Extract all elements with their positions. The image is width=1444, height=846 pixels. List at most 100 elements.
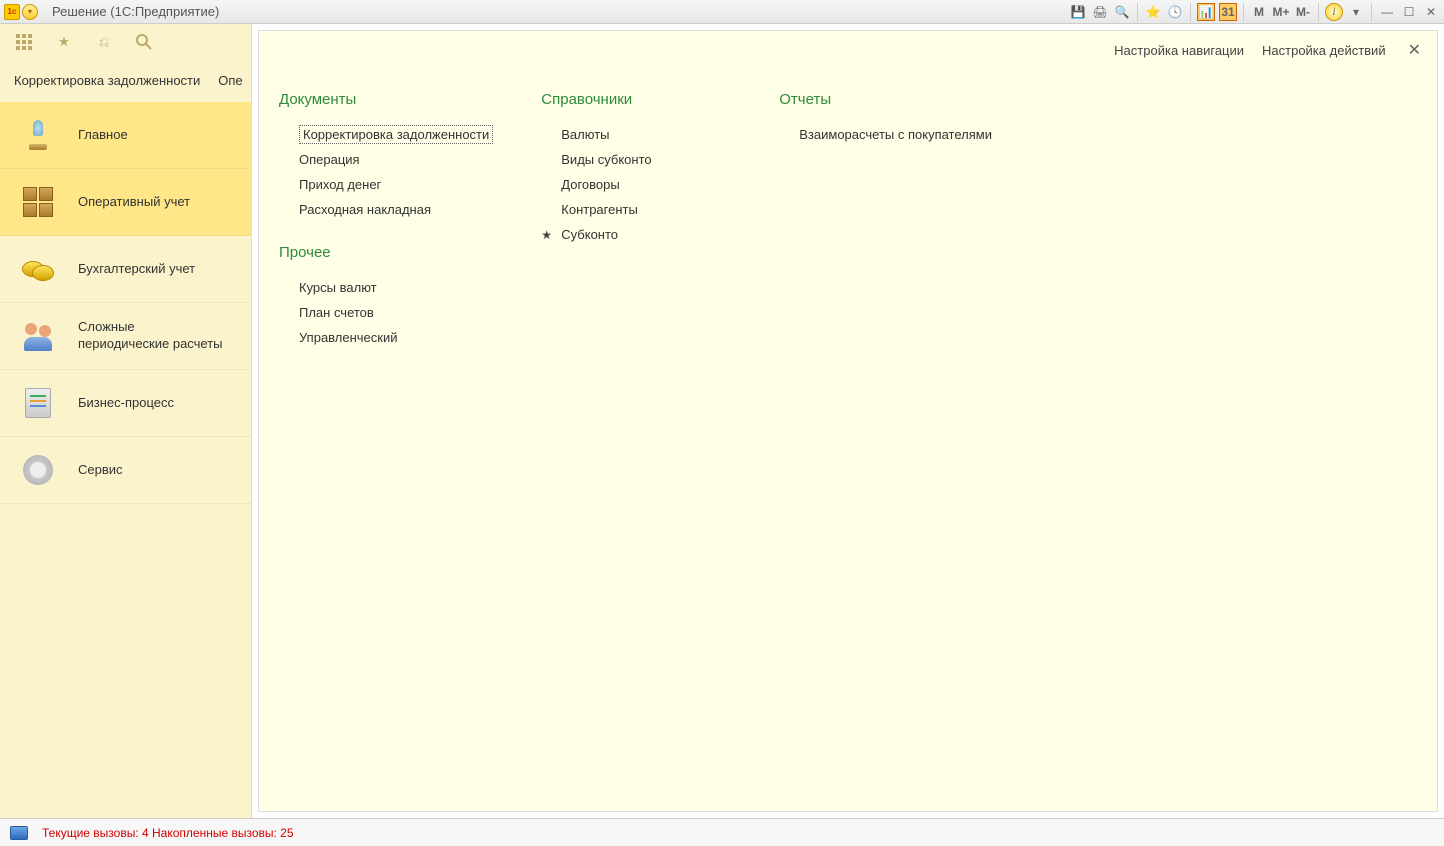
- list-item-label: Расходная накладная: [299, 202, 431, 217]
- preview-icon[interactable]: 🔍: [1113, 3, 1131, 21]
- list-item-label: Виды субконто: [561, 152, 651, 167]
- list-item-label: Приход денег: [299, 177, 381, 192]
- nav-item-label: Бизнес-процесс: [78, 395, 174, 412]
- list-item[interactable]: Контрагенты: [541, 197, 731, 222]
- list-item-label: Операция: [299, 152, 360, 167]
- section-title-reports: Отчеты: [779, 91, 992, 108]
- sidebar-toolbar: ★ ⎌: [0, 24, 251, 60]
- boxes-icon: [20, 184, 56, 220]
- list-item[interactable]: Курсы валют: [279, 275, 493, 300]
- panel-body: Документы Корректировка задолженности Оп…: [259, 69, 1437, 811]
- documents-list: Корректировка задолженности Операция При…: [279, 122, 493, 222]
- list-item[interactable]: План счетов: [279, 300, 493, 325]
- other-list: Курсы валют План счетов Управленческий: [279, 275, 493, 350]
- breadcrumb-item-truncated[interactable]: Опе: [218, 73, 242, 88]
- status-icon[interactable]: [10, 826, 28, 840]
- info-icon[interactable]: i: [1325, 3, 1343, 21]
- section-title-references: Справочники: [541, 91, 731, 108]
- save-icon[interactable]: 💾: [1069, 3, 1087, 21]
- nav-settings-link[interactable]: Настройка навигации: [1114, 43, 1244, 58]
- list-item[interactable]: Виды субконто: [541, 147, 731, 172]
- memory-mminus-icon[interactable]: M-: [1294, 3, 1312, 21]
- app-logo-icon: 1c: [4, 4, 20, 20]
- list-item-label: Контрагенты: [561, 202, 638, 217]
- list-item[interactable]: Субконто: [541, 222, 731, 247]
- list-item-label: Управленческий: [299, 330, 398, 345]
- memory-m-icon[interactable]: M: [1250, 3, 1268, 21]
- status-text: Текущие вызовы: 4 Накопленные вызовы: 25: [42, 826, 294, 840]
- content-panel: Настройка навигации Настройка действий ✕…: [258, 30, 1438, 812]
- nav-item-label: Сложные периодические расчеты: [78, 319, 228, 353]
- list-item[interactable]: Управленческий: [279, 325, 493, 350]
- nav-item-label: Бухгалтерский учет: [78, 261, 195, 278]
- close-panel-icon[interactable]: ✕: [1404, 40, 1425, 60]
- title-bar: 1c ▾ Решение (1С:Предприятие) 💾 🖨 🔍 ⭐ 🕓 …: [0, 0, 1444, 24]
- list-item[interactable]: Взаиморасчеты с покупателями: [779, 122, 992, 147]
- section-title-documents: Документы: [279, 91, 493, 108]
- sections-icon[interactable]: [14, 32, 34, 52]
- nav-item-label: Сервис: [78, 462, 123, 479]
- content-wrap: Настройка навигации Настройка действий ✕…: [252, 24, 1444, 818]
- nav-item-operational[interactable]: Оперативный учет: [0, 169, 251, 236]
- maximize-icon[interactable]: ☐: [1400, 3, 1418, 21]
- minimize-icon[interactable]: —: [1378, 3, 1396, 21]
- coins-icon: [20, 251, 56, 287]
- nav-item-label: Оперативный учет: [78, 194, 190, 211]
- separator: [1243, 3, 1244, 21]
- section-title-other: Прочее: [279, 244, 493, 261]
- column-left: Документы Корректировка задолженности Оп…: [279, 69, 493, 350]
- desk-lamp-icon: [20, 117, 56, 153]
- history2-icon[interactable]: ⎌: [94, 32, 114, 52]
- actions-settings-link[interactable]: Настройка действий: [1262, 43, 1386, 58]
- breadcrumb: Корректировка задолженности Опе: [0, 60, 251, 100]
- list-item[interactable]: Расходная накладная: [279, 197, 493, 222]
- nav-item-main[interactable]: Главное: [0, 102, 251, 169]
- book-icon: [20, 385, 56, 421]
- dropdown-icon[interactable]: ▾: [1347, 3, 1365, 21]
- list-item[interactable]: Операция: [279, 147, 493, 172]
- nav-item-service[interactable]: Сервис: [0, 437, 251, 504]
- list-item-label: Курсы валют: [299, 280, 377, 295]
- breadcrumb-item[interactable]: Корректировка задолженности: [14, 73, 200, 88]
- list-item[interactable]: Приход денег: [279, 172, 493, 197]
- nav-item-accounting[interactable]: Бухгалтерский учет: [0, 236, 251, 303]
- titlebar-right-icons: 💾 🖨 🔍 ⭐ 🕓 📊 31 M M+ M- i ▾ — ☐ ✕: [1069, 3, 1440, 21]
- column-mid: Справочники Валюты Виды субконто Договор…: [541, 69, 731, 247]
- reports-list: Взаиморасчеты с покупателями: [779, 122, 992, 147]
- search-icon[interactable]: [134, 32, 154, 52]
- list-item[interactable]: Валюты: [541, 122, 731, 147]
- list-item[interactable]: Корректировка задолженности: [279, 122, 493, 147]
- list-item-label: Договоры: [561, 177, 619, 192]
- column-right: Отчеты Взаиморасчеты с покупателями: [779, 69, 992, 147]
- sidebar: ★ ⎌ Корректировка задолженности Опе Глав…: [0, 24, 252, 818]
- list-item-label: План счетов: [299, 305, 374, 320]
- users-icon: [20, 318, 56, 354]
- status-bar: Текущие вызовы: 4 Накопленные вызовы: 25: [0, 818, 1444, 846]
- references-list: Валюты Виды субконто Договоры Контрагент…: [541, 122, 731, 247]
- list-item[interactable]: Договоры: [541, 172, 731, 197]
- close-window-icon[interactable]: ✕: [1422, 3, 1440, 21]
- separator: [1190, 3, 1191, 21]
- history-icon[interactable]: 🕓: [1166, 3, 1184, 21]
- gear-icon: [20, 452, 56, 488]
- list-item-label: Корректировка задолженности: [299, 125, 493, 144]
- memory-mplus-icon[interactable]: M+: [1272, 3, 1290, 21]
- separator: [1318, 3, 1319, 21]
- window-title: Решение (1С:Предприятие): [52, 4, 219, 19]
- separator: [1371, 3, 1372, 21]
- list-item-label: Взаиморасчеты с покупателями: [799, 127, 992, 142]
- nav-item-periodic[interactable]: Сложные периодические расчеты: [0, 303, 251, 370]
- favorite-icon[interactable]: ⭐: [1144, 3, 1162, 21]
- nav-item-label: Главное: [78, 127, 128, 144]
- nav-item-process[interactable]: Бизнес-процесс: [0, 370, 251, 437]
- app-menu-dropdown[interactable]: ▾: [22, 4, 38, 20]
- favorites-icon[interactable]: ★: [54, 32, 74, 52]
- panel-top: Настройка навигации Настройка действий ✕: [259, 31, 1437, 69]
- nav-list: Главное Оперативный учет Бухгалтерский у…: [0, 100, 251, 504]
- print-icon[interactable]: 🖨: [1091, 3, 1109, 21]
- calculator-icon[interactable]: 📊: [1197, 3, 1215, 21]
- list-item-label: Субконто: [561, 227, 618, 242]
- list-item-label: Валюты: [561, 127, 609, 142]
- separator: [1137, 3, 1138, 21]
- calendar-icon[interactable]: 31: [1219, 3, 1237, 21]
